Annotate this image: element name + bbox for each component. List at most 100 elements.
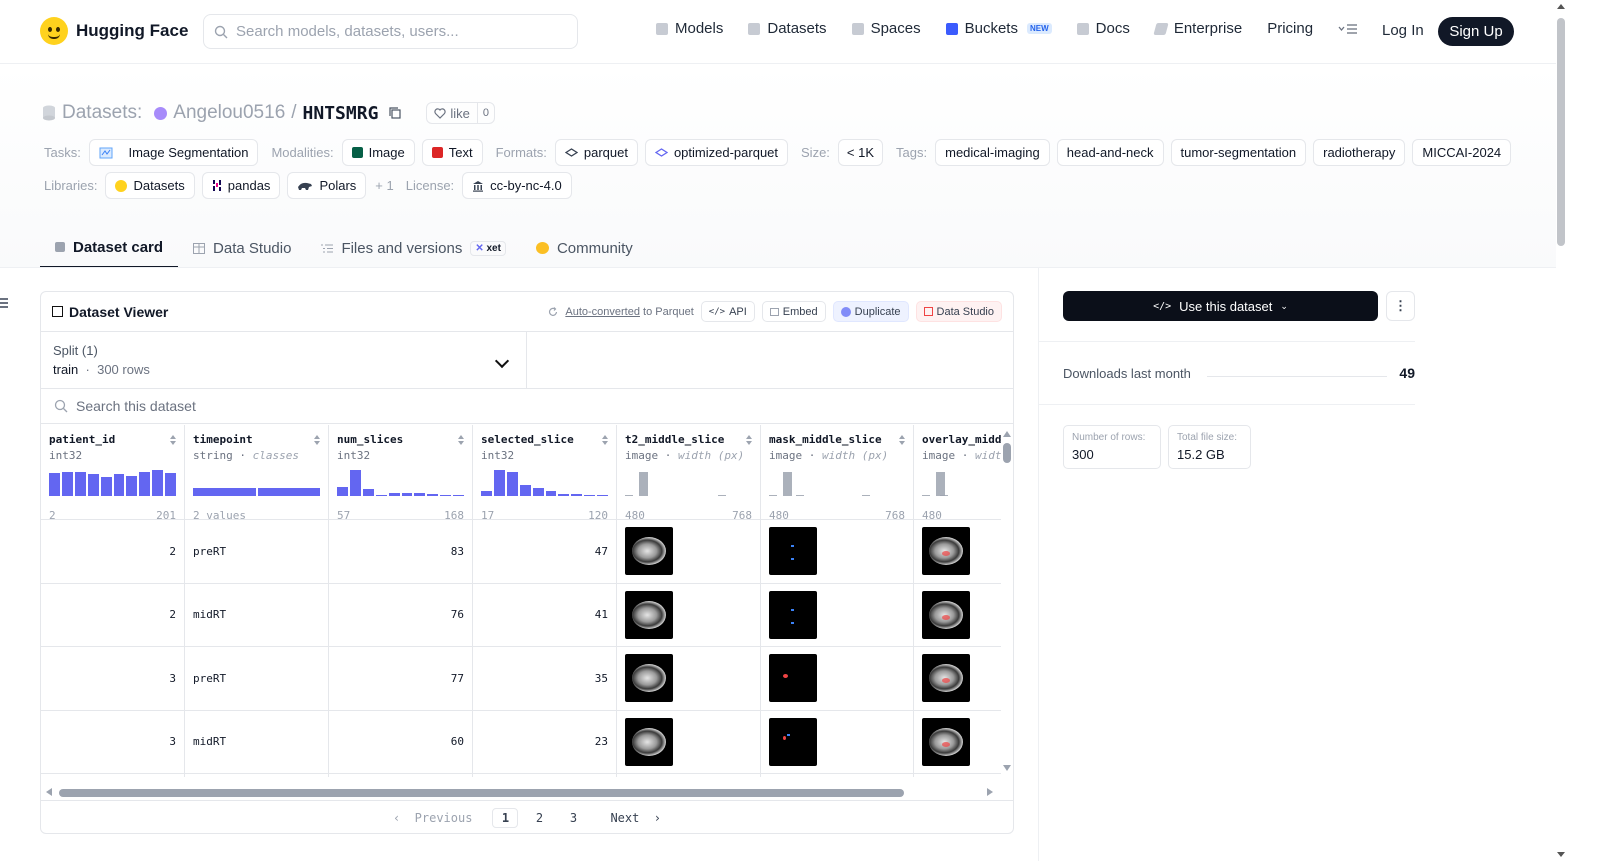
column-histogram[interactable] [193, 469, 320, 496]
sidebar-toggle-icon[interactable] [0, 298, 8, 308]
column-header[interactable]: selected_slice int32 17 120 [473, 425, 616, 522]
column-histogram[interactable] [625, 469, 804, 496]
mask-slice-thumbnail[interactable] [769, 590, 817, 639]
column-header[interactable]: overlay_middle_sliceimage · width (px) 48… [914, 425, 1001, 522]
brand-logo[interactable]: Hugging Face [40, 17, 188, 45]
column-histogram[interactable] [922, 469, 1001, 496]
histogram-bar[interactable] [545, 491, 557, 496]
histogram-bar[interactable] [936, 471, 945, 496]
histogram-bar[interactable] [113, 474, 125, 496]
signup-button[interactable]: Sign Up [1438, 17, 1514, 46]
histogram-bar[interactable] [388, 493, 400, 496]
table-cell[interactable] [617, 647, 760, 711]
table-cell[interactable]: midRT [185, 584, 328, 647]
nav-models[interactable]: Models [656, 20, 723, 37]
auto-converted-link[interactable]: Auto-converted [565, 306, 640, 318]
histogram-bar[interactable] [152, 470, 164, 496]
table-cell[interactable]: 76 [329, 584, 472, 647]
format-tag-optimized-parquet[interactable]: optimized-parquet [644, 139, 789, 166]
column-histogram[interactable] [337, 469, 465, 496]
histogram-bar[interactable] [61, 471, 73, 496]
table-cell[interactable]: 47 [473, 520, 616, 584]
t2-slice-thumbnail[interactable] [625, 527, 673, 576]
histogram-bar[interactable] [257, 488, 320, 496]
histogram-bar[interactable] [74, 472, 86, 496]
library-tag-datasets[interactable]: Datasets [105, 172, 195, 199]
library-tag-pandas[interactable]: pandas [201, 172, 281, 199]
nav-spaces[interactable]: Spaces [851, 20, 921, 37]
overlay-slice-thumbnail[interactable] [922, 717, 970, 766]
global-search[interactable] [203, 14, 578, 49]
modality-tag-text[interactable]: Text [421, 139, 483, 166]
histogram-bar[interactable] [584, 495, 596, 496]
tag-medical-imaging[interactable]: medical-imaging [935, 139, 1050, 166]
histogram-bar[interactable] [519, 485, 531, 496]
table-cell[interactable]: 23 [473, 711, 616, 774]
histogram-bar[interactable] [165, 473, 177, 496]
nav-datasets[interactable]: Datasets [748, 20, 827, 37]
nav-pricing[interactable]: Pricing [1267, 20, 1313, 37]
data-studio-button[interactable]: Data Studio [915, 301, 1002, 322]
repo-section-label[interactable]: Datasets: [62, 102, 142, 124]
tag-head-and-neck[interactable]: head-and-neck [1056, 139, 1164, 166]
histogram-bar[interactable] [427, 493, 439, 496]
table-cell[interactable] [914, 711, 1001, 774]
sort-icon[interactable] [458, 435, 465, 446]
tab-dataset-card[interactable]: Dataset card [40, 228, 179, 268]
histogram-bar[interactable] [718, 494, 726, 496]
table-cell[interactable]: 83 [329, 520, 472, 584]
histogram-bar[interactable] [597, 494, 609, 496]
api-button[interactable]: </> API [700, 301, 755, 322]
column-histogram[interactable] [49, 469, 177, 496]
tab-files-and-versions[interactable]: Files and versions ✕ xet [306, 228, 521, 268]
tab-data-studio[interactable]: Data Studio [178, 228, 306, 268]
histogram-bar[interactable] [493, 470, 505, 496]
page-3-button[interactable]: 3 [560, 808, 586, 828]
tag-radiotherapy[interactable]: radiotherapy [1313, 139, 1406, 166]
table-cell[interactable] [914, 647, 1001, 711]
column-histogram[interactable] [481, 469, 609, 496]
sort-icon[interactable] [602, 435, 609, 446]
table-cell[interactable] [185, 774, 328, 777]
table-cell[interactable]: 77 [329, 647, 472, 711]
table-cell[interactable] [617, 711, 760, 774]
sort-icon[interactable] [746, 435, 753, 446]
overlay-slice-thumbnail[interactable] [922, 654, 970, 703]
histogram-bar[interactable] [87, 474, 99, 496]
histogram-bar[interactable] [625, 494, 633, 496]
histogram-bar[interactable] [100, 476, 112, 496]
histogram-bar[interactable] [532, 488, 544, 496]
table-cell[interactable] [617, 774, 760, 777]
table-cell[interactable]: preRT [185, 520, 328, 584]
owner-avatar[interactable] [154, 106, 168, 120]
histogram-bar[interactable] [922, 494, 930, 496]
dataset-search[interactable] [41, 389, 1013, 424]
tab-community[interactable]: Community [521, 228, 648, 268]
column-header[interactable]: num_slices int32 57 168 [329, 425, 472, 522]
histogram-bar[interactable] [139, 471, 151, 496]
table-cell[interactable] [761, 584, 913, 647]
table-cell[interactable] [617, 584, 760, 647]
task-tag-image-segmentation[interactable]: Image Segmentation [88, 139, 259, 166]
histogram-bar[interactable] [49, 473, 60, 496]
t2-slice-thumbnail[interactable] [625, 717, 673, 766]
column-header[interactable]: t2_middle_slice image · width (px) 480 768 [617, 425, 804, 522]
column-header[interactable]: patient_id int32 2 201 [41, 425, 184, 522]
table-cell[interactable]: 41 [473, 584, 616, 647]
mask-slice-thumbnail[interactable] [769, 717, 817, 766]
table-vertical-scrollbar[interactable] [1001, 425, 1013, 777]
table-cell[interactable]: 35 [473, 647, 616, 711]
global-search-input[interactable] [236, 23, 556, 40]
next-page-button[interactable]: Next › [610, 811, 661, 825]
sort-icon[interactable] [899, 435, 906, 446]
more-options-button[interactable]: ⋮ [1386, 291, 1415, 321]
nav-docs[interactable]: Docs [1076, 20, 1130, 37]
login-link[interactable]: Log In [1382, 22, 1424, 39]
overlay-slice-thumbnail[interactable] [922, 527, 970, 576]
overlay-slice-thumbnail[interactable] [922, 590, 970, 639]
column-histogram[interactable] [769, 469, 948, 496]
mask-slice-thumbnail[interactable] [769, 527, 817, 576]
histogram-bar[interactable] [862, 494, 870, 496]
table-cell[interactable]: 3 [41, 711, 184, 774]
histogram-bar[interactable] [401, 493, 413, 496]
